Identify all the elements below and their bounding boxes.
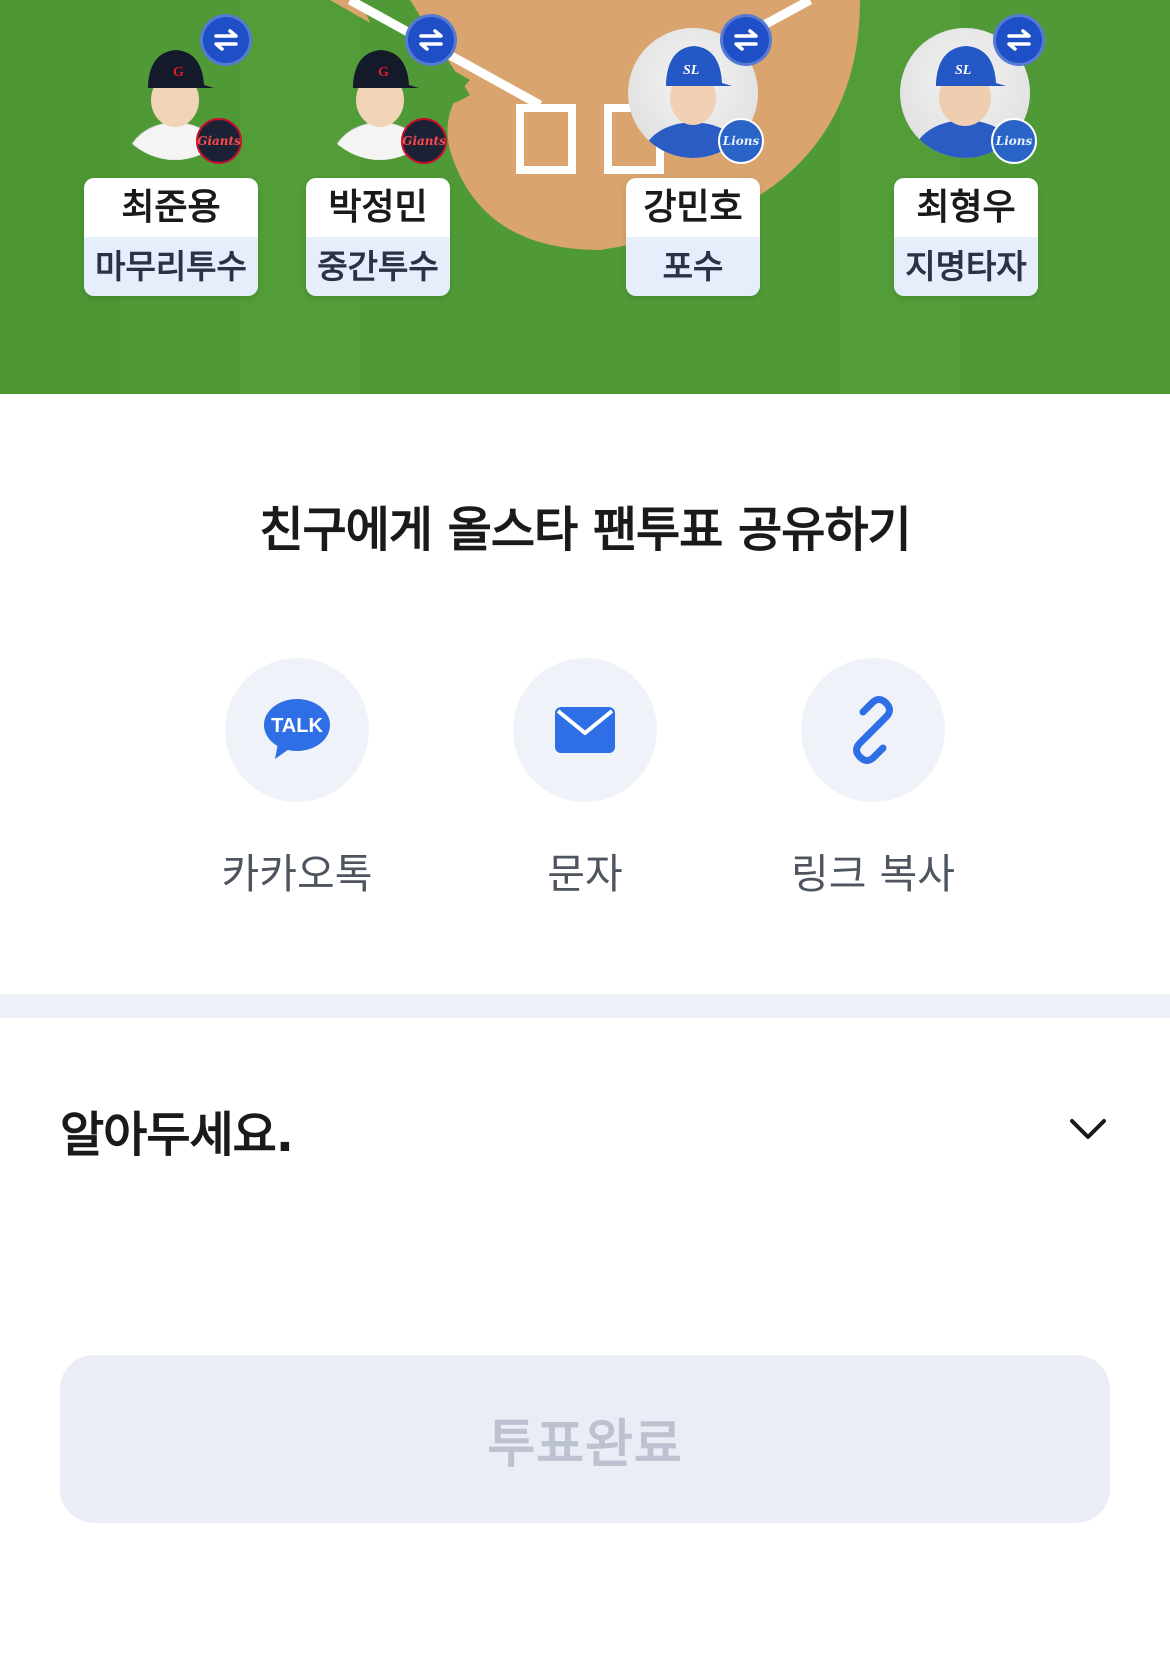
giants-logo-icon: Giants [401,118,447,164]
notice-accordion[interactable]: 알아두세요. [60,1095,1110,1165]
svg-text:SL: SL [955,63,971,78]
player-label: 강민호 포수 [626,178,760,296]
copy-link-button-circle[interactable] [801,658,945,802]
link-icon [853,696,893,764]
chevron-down-icon[interactable] [1066,1107,1110,1151]
player-position: 지명타자 [894,237,1038,296]
player-label: 최준용 마무리투수 [84,178,258,296]
player-name: 최준용 [84,178,258,237]
svg-text:SL: SL [683,63,699,78]
swap-arrows-icon[interactable] [405,14,457,66]
player-position: 마무리투수 [84,237,258,296]
swap-arrows-icon[interactable] [200,14,252,66]
kakaotalk-icon: TALK [264,699,330,759]
kakaotalk-icon-text: TALK [271,715,323,737]
lions-logo-icon: Lions [991,118,1037,164]
player-card-3[interactable]: SL Lions 강민호 포수 [600,0,800,300]
giants-logo-icon: Giants [196,118,242,164]
swap-arrows-icon[interactable] [720,14,772,66]
share-sms-button[interactable]: 문자 [485,658,685,900]
player-label: 박정민 중간투수 [306,178,450,296]
player-name: 최형우 [894,178,1038,237]
svg-text:G: G [378,65,389,80]
lions-logo-icon: Lions [718,118,764,164]
baseball-field-lineup: G Giants 최준용 마무리투수 G Giants 박정민 중간투수 SL … [0,0,1170,394]
player-position: 포수 [626,237,760,296]
sms-button-circle[interactable] [513,658,657,802]
vote-complete-button[interactable]: 투표완료 [60,1355,1110,1523]
section-divider [0,994,1170,1018]
share-title: 친구에게 올스타 팬투표 공유하기 [259,502,911,558]
swap-arrows-icon[interactable] [993,14,1045,66]
player-position: 중간투수 [306,237,450,296]
share-copy-link-label: 링크 복사 [791,850,955,898]
svg-text:G: G [173,65,184,80]
notice-title: 알아두세요. [60,1107,294,1163]
share-sms-label: 문자 [547,850,623,898]
player-card-2[interactable]: G Giants 박정민 중간투수 [300,0,500,300]
share-kakaotalk-label: 카카오톡 [221,850,373,898]
player-card-1[interactable]: G Giants 최준용 마무리투수 [70,0,270,300]
player-name: 강민호 [626,178,760,237]
player-name: 박정민 [306,178,450,237]
envelope-icon [555,707,615,753]
share-copy-link-button[interactable]: 링크 복사 [773,658,973,900]
kakaotalk-button-circle[interactable]: TALK [225,658,369,802]
share-kakaotalk-button[interactable]: TALK 카카오톡 [197,658,397,900]
player-label: 최형우 지명타자 [894,178,1038,296]
player-card-4[interactable]: SL Lions 최형우 지명타자 [875,0,1075,300]
